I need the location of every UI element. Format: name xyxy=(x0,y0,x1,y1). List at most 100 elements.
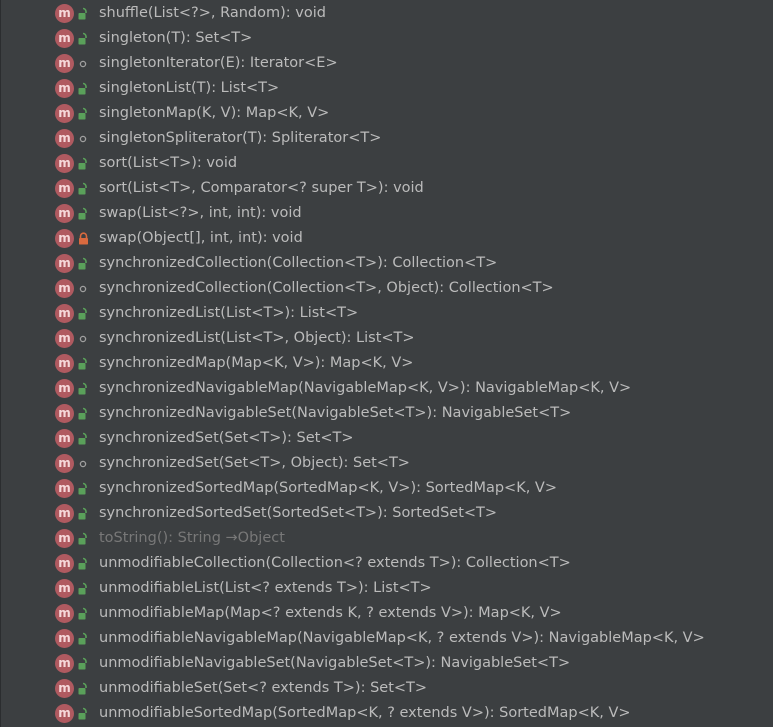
member-row[interactable]: m synchronizedSortedMap(SortedMap<K, V>):… xyxy=(0,476,773,501)
member-row[interactable]: m unmodifiableCollection(Collection<? ext… xyxy=(0,551,773,576)
member-row[interactable]: m synchronizedSet(Set<T>, Object): Set<T> xyxy=(0,451,773,476)
member-row[interactable]: m singletonMap(K, V): Map<K, V> xyxy=(0,101,773,126)
method-icon: m xyxy=(55,279,74,298)
public-visibility-icon xyxy=(78,707,89,720)
method-icon: m xyxy=(55,354,74,373)
public-visibility-icon xyxy=(78,182,89,195)
member-signature: shuffle(List<?>, Random): void xyxy=(99,5,326,21)
member-row[interactable]: m singletonSpliterator(T): Spliterator<T> xyxy=(0,126,773,151)
public-visibility-icon xyxy=(78,257,89,270)
member-signature: sort(List<T>, Comparator<? super T>): vo… xyxy=(99,180,424,196)
method-icon: m xyxy=(55,54,74,73)
public-visibility-icon xyxy=(78,482,89,495)
member-row[interactable]: m synchronizedCollection(Collection<T>, O… xyxy=(0,276,773,301)
public-visibility-icon xyxy=(78,682,89,695)
public-visibility-icon xyxy=(78,657,89,670)
public-visibility-icon xyxy=(78,157,89,170)
public-visibility-icon xyxy=(78,582,89,595)
member-signature: swap(List<?>, int, int): void xyxy=(99,205,302,221)
member-row[interactable]: m swap(Object[], int, int): void xyxy=(0,226,773,251)
method-icon: m xyxy=(55,529,74,548)
member-row[interactable]: m shuffle(List<?>, Random): void xyxy=(0,1,773,26)
member-row[interactable]: m swap(List<?>, int, int): void xyxy=(0,201,773,226)
public-visibility-icon xyxy=(78,507,89,520)
method-icon: m xyxy=(55,404,74,423)
member-row[interactable]: m synchronizedCollection(Collection<T>): … xyxy=(0,251,773,276)
member-signature: synchronizedNavigableSet(NavigableSet<T>… xyxy=(99,405,572,421)
public-visibility-icon xyxy=(78,357,89,370)
method-icon: m xyxy=(55,179,74,198)
member-row[interactable]: m unmodifiableNavigableMap(NavigableMap<K… xyxy=(0,626,773,651)
member-row[interactable]: m synchronizedNavigableMap(NavigableMap<K… xyxy=(0,376,773,401)
method-icon: m xyxy=(55,479,74,498)
member-row[interactable]: m sort(List<T>, Comparator<? super T>): v… xyxy=(0,176,773,201)
member-row[interactable]: m unmodifiableSet(Set<? extends T>): Set<… xyxy=(0,676,773,701)
member-row[interactable]: m unmodifiableMap(Map<? extends K, ? exte… xyxy=(0,601,773,626)
member-signature: synchronizedSortedSet(SortedSet<T>): Sor… xyxy=(99,505,498,521)
public-visibility-icon xyxy=(78,7,89,20)
member-signature: singletonIterator(E): Iterator<E> xyxy=(99,55,338,71)
member-signature: unmodifiableCollection(Collection<? exte… xyxy=(99,555,571,571)
method-icon: m xyxy=(55,104,74,123)
member-signature: singletonMap(K, V): Map<K, V> xyxy=(99,105,330,121)
member-row[interactable]: m unmodifiableSortedMap(SortedMap<K, ? ex… xyxy=(0,701,773,726)
method-icon: m xyxy=(55,229,74,248)
member-row[interactable]: m synchronizedNavigableSet(NavigableSet<T… xyxy=(0,401,773,426)
member-signature: unmodifiableNavigableMap(NavigableMap<K,… xyxy=(99,630,705,646)
public-visibility-icon xyxy=(78,107,89,120)
member-tree[interactable]: m shuffle(List<?>, Random): void m singleto… xyxy=(0,1,773,726)
package-visibility-icon xyxy=(78,457,89,470)
member-row[interactable]: m unmodifiableList(List<? extends T>): Li… xyxy=(0,576,773,601)
member-row[interactable]: m singletonList(T): List<T> xyxy=(0,76,773,101)
public-visibility-icon xyxy=(78,32,89,45)
member-row[interactable]: m synchronizedSet(Set<T>): Set<T> xyxy=(0,426,773,451)
method-icon: m xyxy=(55,604,74,623)
member-signature: synchronizedCollection(Collection<T>, Ob… xyxy=(99,280,554,296)
member-signature: unmodifiableList(List<? extends T>): Lis… xyxy=(99,580,432,596)
member-signature: singletonList(T): List<T> xyxy=(99,80,280,96)
member-row[interactable]: m synchronizedMap(Map<K, V>): Map<K, V> xyxy=(0,351,773,376)
public-visibility-icon xyxy=(78,407,89,420)
member-signature: synchronizedList(List<T>, Object): List<… xyxy=(99,330,415,346)
public-visibility-icon xyxy=(78,557,89,570)
method-icon: m xyxy=(55,154,74,173)
member-row[interactable]: m singletonIterator(E): Iterator<E> xyxy=(0,51,773,76)
member-signature: synchronizedSet(Set<T>): Set<T> xyxy=(99,430,354,446)
member-row[interactable]: m unmodifiableNavigableSet(NavigableSet<T… xyxy=(0,651,773,676)
public-visibility-icon xyxy=(78,532,89,545)
member-row[interactable]: m sort(List<T>): void xyxy=(0,151,773,176)
method-icon: m xyxy=(55,329,74,348)
method-icon: m xyxy=(55,204,74,223)
public-visibility-icon xyxy=(78,382,89,395)
member-row[interactable]: m singleton(T): Set<T> xyxy=(0,26,773,51)
member-signature: synchronizedSet(Set<T>, Object): Set<T> xyxy=(99,455,410,471)
package-visibility-icon xyxy=(78,132,89,145)
method-icon: m xyxy=(55,579,74,598)
member-signature: unmodifiableNavigableSet(NavigableSet<T>… xyxy=(99,655,571,671)
member-signature: swap(Object[], int, int): void xyxy=(99,230,303,246)
member-row[interactable]: m synchronizedSortedSet(SortedSet<T>): So… xyxy=(0,501,773,526)
member-signature: unmodifiableSet(Set<? extends T>): Set<T… xyxy=(99,680,428,696)
member-signature: singleton(T): Set<T> xyxy=(99,30,253,46)
member-signature: toString(): String →Object xyxy=(99,530,285,546)
private-visibility-icon xyxy=(78,232,89,245)
method-icon: m xyxy=(55,129,74,148)
member-signature: sort(List<T>): void xyxy=(99,155,238,171)
member-signature: synchronizedNavigableMap(NavigableMap<K,… xyxy=(99,380,632,396)
structure-panel: m shuffle(List<?>, Random): void m singleto… xyxy=(0,0,773,727)
method-icon: m xyxy=(55,454,74,473)
member-signature: unmodifiableMap(Map<? extends K, ? exten… xyxy=(99,605,562,621)
member-row[interactable]: m synchronizedList(List<T>): List<T> xyxy=(0,301,773,326)
public-visibility-icon xyxy=(78,432,89,445)
member-signature: synchronizedSortedMap(SortedMap<K, V>): … xyxy=(99,480,557,496)
member-row[interactable]: m synchronizedList(List<T>, Object): List… xyxy=(0,326,773,351)
member-signature: synchronizedList(List<T>): List<T> xyxy=(99,305,359,321)
method-icon: m xyxy=(55,429,74,448)
member-row[interactable]: m toString(): String →Object xyxy=(0,526,773,551)
member-signature: singletonSpliterator(T): Spliterator<T> xyxy=(99,130,382,146)
method-icon: m xyxy=(55,4,74,23)
member-signature: unmodifiableSortedMap(SortedMap<K, ? ext… xyxy=(99,705,631,721)
package-visibility-icon xyxy=(78,282,89,295)
package-visibility-icon xyxy=(78,57,89,70)
method-icon: m xyxy=(55,654,74,673)
